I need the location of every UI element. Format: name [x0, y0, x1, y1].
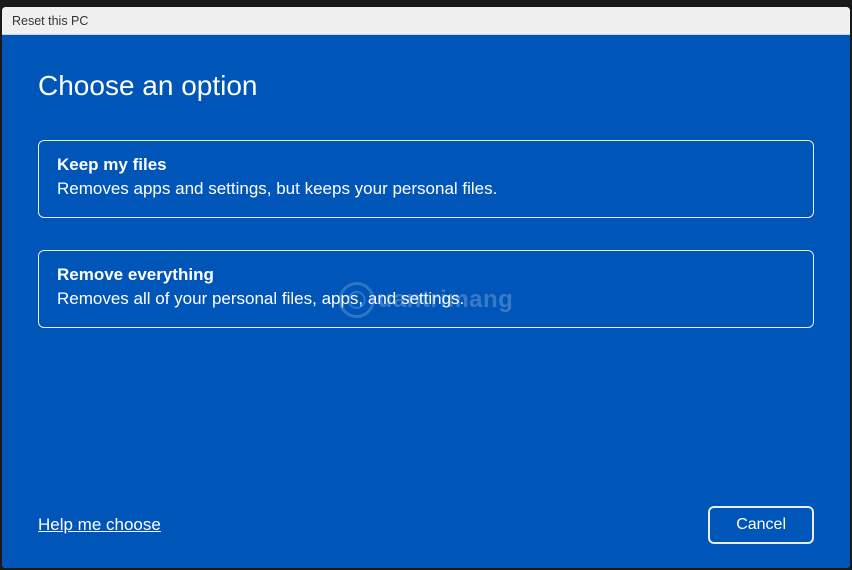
help-me-choose-link[interactable]: Help me choose [38, 515, 161, 535]
dialog-footer: Help me choose Cancel [38, 506, 814, 544]
dialog-content: Choose an option Keep my files Removes a… [2, 35, 850, 568]
cancel-button[interactable]: Cancel [708, 506, 814, 544]
remove-everything-title: Remove everything [57, 265, 795, 285]
window-titlebar: Reset this PC [2, 7, 850, 35]
remove-everything-description: Removes all of your personal files, apps… [57, 289, 795, 309]
keep-files-title: Keep my files [57, 155, 795, 175]
reset-pc-window: Reset this PC Choose an option Keep my f… [2, 7, 850, 568]
page-heading: Choose an option [38, 70, 814, 102]
keep-my-files-option[interactable]: Keep my files Removes apps and settings,… [38, 140, 814, 218]
keep-files-description: Removes apps and settings, but keeps you… [57, 179, 795, 199]
remove-everything-option[interactable]: Remove everything Removes all of your pe… [38, 250, 814, 328]
window-title: Reset this PC [12, 14, 88, 28]
